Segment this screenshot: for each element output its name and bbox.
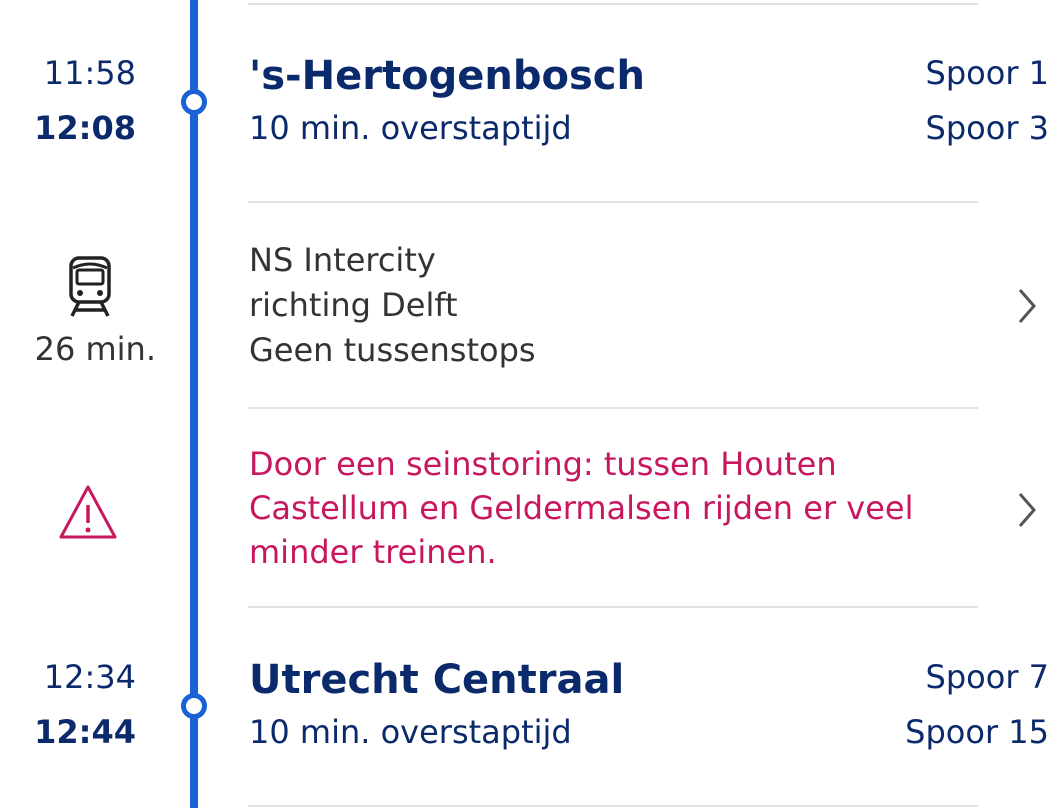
departure-platform: Spoor 15 [905, 713, 1049, 751]
train-stops-info: Geen tussenstops [249, 331, 536, 369]
planned-time: 12:34 [43, 658, 136, 696]
disruption-message: Door een seinstoring: tussen Houten Cast… [249, 445, 914, 571]
stop-marker-icon [181, 89, 207, 115]
divider [248, 606, 978, 608]
departure-platform: Spoor 3 [925, 109, 1049, 147]
actual-time: 12:44 [34, 713, 136, 751]
chevron-right-icon[interactable] [1012, 284, 1042, 328]
stop-marker-icon [181, 693, 207, 719]
divider [248, 407, 978, 409]
journey-timeline [190, 0, 198, 808]
planned-time: 11:58 [43, 54, 136, 92]
station-name: Utrecht Centraal [249, 657, 625, 703]
train-type: NS Intercity [249, 241, 436, 279]
transfer-time: 10 min. overstaptijd [249, 109, 572, 147]
station-name: 's-Hertogenbosch [249, 53, 645, 99]
warning-icon [59, 485, 117, 539]
chevron-right-icon[interactable] [1012, 488, 1042, 532]
divider [248, 805, 978, 807]
train-icon [69, 256, 111, 317]
transfer-time: 10 min. overstaptijd [249, 713, 572, 751]
divider [248, 3, 978, 5]
arrival-platform: Spoor 1 [925, 54, 1049, 92]
divider [248, 201, 978, 203]
train-direction: richting Delft [249, 286, 458, 324]
leg-duration: 26 min. [34, 330, 156, 368]
actual-time: 12:08 [34, 109, 136, 147]
arrival-platform: Spoor 7 [925, 658, 1049, 696]
